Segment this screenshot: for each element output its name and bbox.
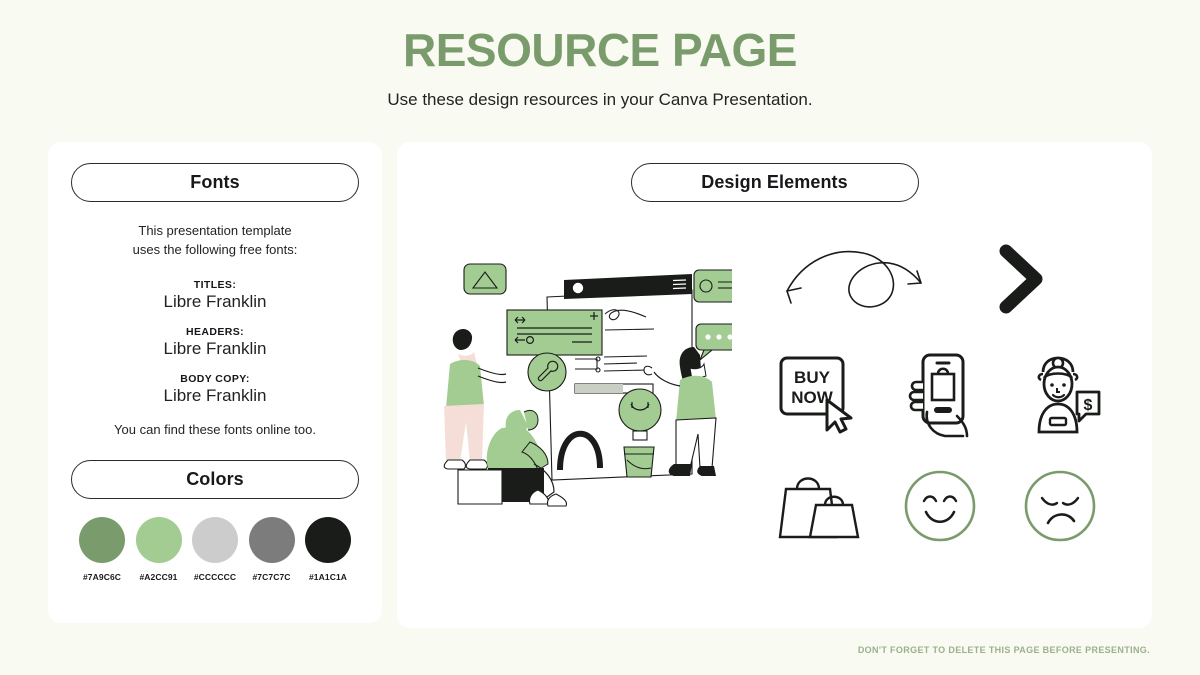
buy-now-buy-text: BUY [794,368,831,387]
fonts-intro-text: This presentation template uses the foll… [71,222,359,260]
font-group-value: Libre Franklin [163,385,267,405]
color-swatch: #1A1C1A [302,516,354,582]
color-swatch: #7A9C6C [76,516,128,582]
fonts-intro-line-1: This presentation template [138,223,292,238]
font-group-label: TITLES: [193,278,237,291]
icon-row-middle: BUY NOW $ [760,342,1120,447]
page-subtitle: Use these design resources in your Canva… [387,90,813,110]
color-swatch-hex: #CCCCCC [193,571,237,582]
font-group-body-copy: BODY COPY: Libre Franklin [71,373,359,406]
color-swatch-dot [135,516,182,563]
color-swatch-dot [305,516,351,563]
colors-block: Colors #7A9C6C #A2CC91 #CCCCCC #7C7C7C #… [71,459,359,582]
delete-page-reminder: DON'T FORGET TO DELETE THIS PAGE BEFORE … [857,645,1150,655]
fonts-heading-label: Fonts [190,172,240,192]
buy-now-button-icon: BUY NOW [760,354,880,436]
hand-holding-phone-shopping-icon [880,352,1000,438]
colors-heading-pill: Colors [71,459,359,499]
shopping-bags-icon [760,467,880,545]
font-group-titles: TITLES: Libre Franklin [71,279,359,312]
design-elements-heading-label: Design Elements [701,172,848,192]
cashier-dollar-speech-icon: $ [1000,356,1120,434]
chevron-right-icon [960,243,1080,315]
design-elements-card: Design Elements BUY NOW $ [397,142,1152,628]
colors-heading-label: Colors [186,468,244,489]
curly-arrow-icon [760,239,960,319]
web-design-team-illustration [442,242,743,512]
color-swatch-dot [248,516,295,563]
color-swatch-dot [192,516,238,563]
fonts-heading-pill: Fonts [71,163,359,202]
font-groups: TITLES: Libre Franklin HEADERS: Libre Fr… [71,279,359,406]
cards-container: Fonts This presentation template uses th… [48,142,1152,628]
fonts-outro-text: You can find these fonts online too. [114,421,316,437]
happy-face-icon [880,468,1000,544]
font-group-label: BODY COPY: [180,372,250,385]
fonts-card: Fonts This presentation template uses th… [48,142,382,623]
color-swatch-hex: #1A1C1A [308,571,348,582]
color-swatch: #7C7C7C [246,516,298,582]
design-elements-body: BUY NOW $ [420,214,1129,634]
fonts-intro-line-2: uses the following free fonts: [132,241,298,257]
font-group-headers: HEADERS: Libre Franklin [71,326,359,359]
color-swatch-hex: #A2CC91 [139,571,178,582]
color-swatch-list: #7A9C6C #A2CC91 #CCCCCC #7C7C7C #1A1C1A [71,516,359,582]
icon-row-bottom [760,453,1120,558]
font-group-value: Libre Franklin [163,291,267,311]
color-swatch-hex: #7C7C7C [252,571,291,582]
design-elements-heading-pill: Design Elements [630,163,919,202]
page-title: RESOURCE PAGE [403,24,797,76]
color-swatch: #CCCCCC [189,516,241,582]
color-swatch-hex: #7A9C6C [82,571,122,582]
color-swatch: #A2CC91 [133,516,185,582]
icon-row-top [760,224,1120,334]
sad-face-icon [1000,468,1120,544]
icon-grid: BUY NOW $ [760,224,1120,558]
font-group-value: Libre Franklin [163,338,267,358]
color-swatch-dot [79,516,125,563]
dollar-sign-text: $ [1084,397,1093,414]
font-group-label: HEADERS: [185,325,245,338]
page-header: RESOURCE PAGE Use these design resources… [0,0,1200,110]
